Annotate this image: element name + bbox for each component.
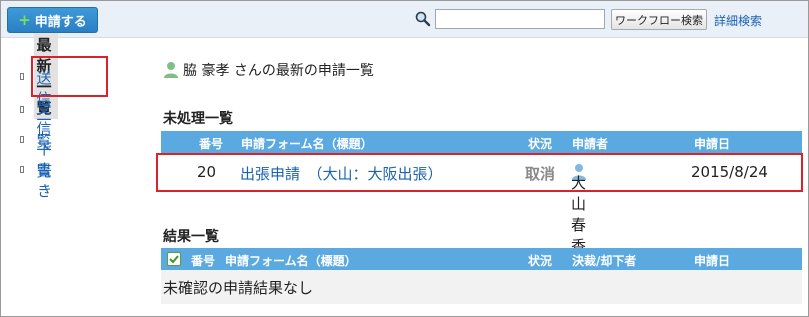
bullet-icon [20, 72, 24, 80]
column-header: 申請フォーム名（標題） [241, 137, 373, 151]
results-table-header: 番号 申請フォーム名（標題） 状況 決裁/却下者 申請日 [161, 248, 802, 270]
pending-table-header: 番号 申請フォーム名（標題） 状況 申請者 申請日 [161, 131, 802, 153]
highlight-box-sidebar [31, 56, 108, 97]
column-header: 申請日 [694, 254, 731, 268]
page-title-text: 脇 豪孝 さんの最新の申請一覧 [183, 63, 374, 79]
user-icon [164, 62, 178, 78]
empty-results-message: 未確認の申請結果なし [161, 270, 802, 304]
column-header: 番号 [199, 137, 224, 151]
select-all-checkbox[interactable] [167, 252, 181, 266]
toolbar: + 申請する ワークフロー検索 詳細検索 [1, 1, 808, 38]
column-header: 申請日 [694, 137, 731, 151]
sidebar-item-label: 下書き [37, 139, 53, 200]
bullet-icon [20, 135, 24, 143]
apply-button[interactable]: + 申請する [7, 7, 98, 33]
plus-icon: + [18, 11, 31, 29]
column-header: 状況 [528, 137, 553, 151]
detail-search-link[interactable]: 詳細検索 [714, 12, 762, 29]
bullet-icon [20, 165, 24, 173]
column-header: 申請者 [572, 137, 609, 151]
column-header: 決裁/却下者 [572, 254, 637, 268]
search-input[interactable] [435, 9, 605, 29]
sidebar-item-drafts[interactable]: 下書き [20, 140, 55, 200]
search-icon [415, 11, 431, 27]
column-header: 状況 [528, 254, 553, 268]
workflow-search-button[interactable]: ワークフロー検索 [611, 9, 707, 30]
column-header: 番号 [191, 254, 216, 268]
pending-section-title: 未処理一覧 [163, 111, 233, 127]
column-header: 申請フォーム名（標題） [225, 254, 357, 268]
check-icon [169, 255, 179, 264]
apply-button-label: 申請する [34, 14, 87, 30]
highlight-box-row [156, 153, 803, 192]
results-section-title: 結果一覧 [163, 229, 219, 245]
bullet-icon [20, 105, 24, 113]
page-title: 脇 豪孝 さんの最新の申請一覧 [163, 60, 374, 80]
